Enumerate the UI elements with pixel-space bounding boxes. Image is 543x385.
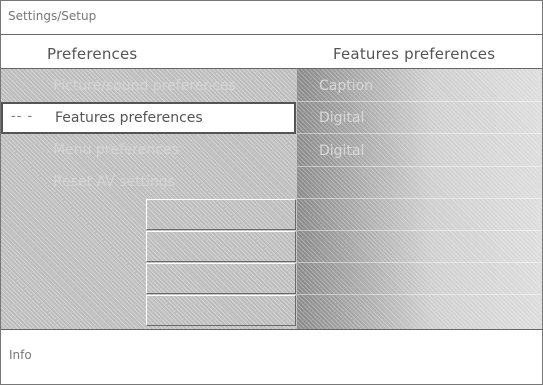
preferences-menu: Picture/sound preferences -- - Features … <box>1 68 297 330</box>
divider <box>297 133 542 134</box>
right-column-header: Features preferences <box>297 40 542 68</box>
selection-arrow-icon: -- - <box>11 109 34 124</box>
submenu-item[interactable]: Digital <box>319 143 364 159</box>
divider <box>297 262 542 263</box>
menu-item-features[interactable]: -- - Features preferences <box>1 102 296 134</box>
left-header-label: Preferences <box>47 45 138 63</box>
divider <box>297 230 542 231</box>
divider <box>297 198 542 199</box>
right-header-label: Features preferences <box>333 45 496 63</box>
divider <box>297 166 542 167</box>
submenu-item[interactable]: Digital <box>319 110 364 126</box>
menu-item-reset-av[interactable]: Reset AV settings <box>1 167 297 199</box>
empty-menu-slot <box>146 295 296 326</box>
empty-menu-slot <box>146 263 296 294</box>
divider <box>297 294 542 295</box>
empty-menu-slot <box>146 231 296 262</box>
submenu-item[interactable]: Caption <box>319 78 373 94</box>
settings-screen: Settings/Setup Preferences Features pref… <box>0 0 543 385</box>
features-submenu: Caption Digital Digital <box>297 68 542 330</box>
menu-item-label: Features preferences <box>55 110 203 126</box>
top-bar: Settings/Setup <box>1 1 542 35</box>
menu-item-menu-preferences[interactable]: Menu preferences <box>1 135 297 167</box>
menu-item-label: Reset AV settings <box>53 174 176 190</box>
info-label: Info <box>9 348 32 362</box>
breadcrumb: Settings/Setup <box>8 9 97 23</box>
menu-item-picture-sound[interactable]: Picture/sound preferences <box>1 71 297 103</box>
menu-item-label: Picture/sound preferences <box>53 78 236 94</box>
empty-menu-slot <box>146 199 296 230</box>
menu-item-label: Menu preferences <box>53 142 179 158</box>
divider <box>297 101 542 102</box>
left-column-header: Preferences <box>1 40 297 68</box>
